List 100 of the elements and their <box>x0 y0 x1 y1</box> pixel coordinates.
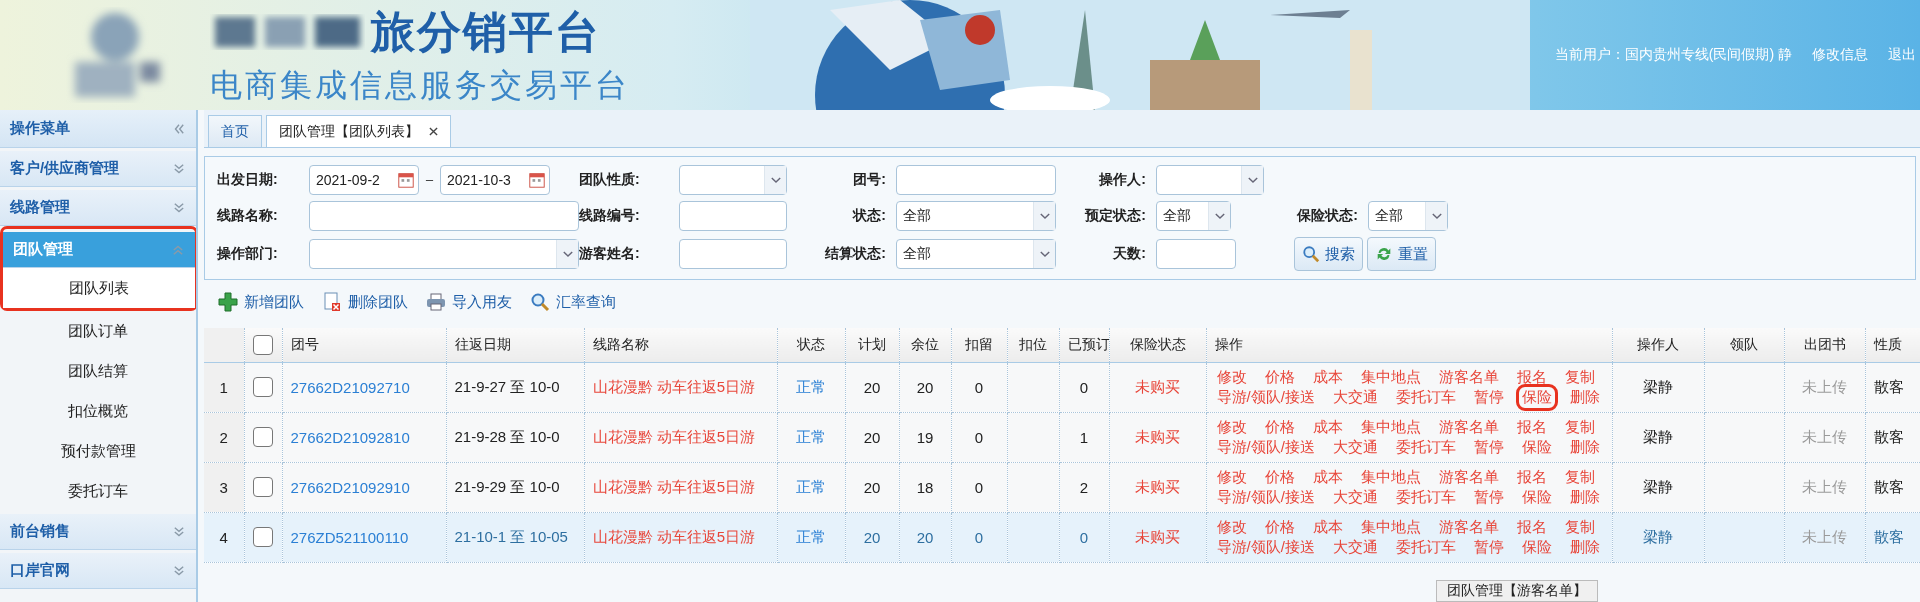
action-link[interactable]: 价格 <box>1262 417 1297 437</box>
action-link[interactable]: 成本 <box>1310 367 1345 387</box>
checkbox[interactable] <box>253 334 273 355</box>
toolbar-link[interactable]: 导入用友 <box>426 292 512 312</box>
action-link[interactable]: 暂停 <box>1471 437 1506 457</box>
action-link[interactable]: 大交通 <box>1330 537 1380 557</box>
action-link[interactable]: 暂停 <box>1471 387 1506 407</box>
menu-item[interactable]: 团队订单 <box>0 311 196 351</box>
action-link[interactable]: 游客名单 <box>1436 417 1501 437</box>
menu-group[interactable]: 前台销售 <box>0 514 196 550</box>
action-link[interactable]: 复制 <box>1562 367 1597 387</box>
date-field[interactable]: 2021-09-2 <box>309 165 419 195</box>
checkbox[interactable] <box>253 477 273 497</box>
action-link[interactable]: 报名 <box>1514 417 1549 437</box>
action-link[interactable]: 成本 <box>1310 467 1345 487</box>
input-field[interactable] <box>679 239 787 269</box>
action-link[interactable]: 委托订车 <box>1393 387 1458 407</box>
input-field[interactable] <box>309 201 579 231</box>
action-link[interactable]: 复制 <box>1562 517 1597 537</box>
table-row[interactable]: 3 27662D21092910 21-9-29 至 10-0 山花漫黔 动车往返5日游 正常 20 18 0 2 未购买 修改 价格 成本 集中地点 游客名单 报名 复制 导游/领队/接送 大交通 委托订车 暂停 保险 删除 梁静 未上传 散客 <box>204 462 1920 512</box>
action-link[interactable]: 修改 <box>1214 367 1249 387</box>
action-link[interactable]: 暂停 <box>1471 537 1506 557</box>
search-button[interactable]: 搜索 <box>1294 237 1363 271</box>
reset-button[interactable]: 重置 <box>1367 237 1436 271</box>
dropdown[interactable]: 全部 <box>896 201 1056 231</box>
toolbar-link[interactable]: 汇率查询 <box>530 292 616 312</box>
action-link[interactable]: 删除 <box>1567 387 1602 407</box>
action-link[interactable]: 导游/领队/接送 <box>1214 387 1317 407</box>
action-link[interactable]: 保险 <box>1519 487 1554 507</box>
input-field[interactable] <box>896 165 1056 195</box>
action-link[interactable]: 集中地点 <box>1358 517 1423 537</box>
action-link[interactable]: 导游/领队/接送 <box>1214 487 1317 507</box>
tab[interactable]: 团队管理【团队列表】 <box>266 115 451 147</box>
action-link[interactable]: 集中地点 <box>1358 467 1423 487</box>
checkbox[interactable] <box>253 427 273 447</box>
toolbar-link[interactable]: 新增团队 <box>218 292 304 312</box>
table-cell[interactable]: 27662D21092710 <box>282 362 446 412</box>
action-link[interactable]: 游客名单 <box>1436 367 1501 387</box>
action-link[interactable]: 成本 <box>1310 417 1345 437</box>
checkbox[interactable] <box>253 377 273 397</box>
action-link[interactable]: 价格 <box>1262 467 1297 487</box>
menu-group[interactable]: 客户/供应商管理 <box>0 151 196 187</box>
action-link[interactable]: 复制 <box>1562 417 1597 437</box>
table-cell[interactable]: 山花漫黔 动车往返5日游 <box>584 462 777 512</box>
action-link[interactable]: 保险 <box>1519 437 1554 457</box>
action-link[interactable]: 报名 <box>1514 367 1549 387</box>
table-cell[interactable]: 山花漫黔 动车往返5日游 <box>584 512 777 562</box>
action-link[interactable]: 修改 <box>1214 417 1249 437</box>
action-link[interactable]: 导游/领队/接送 <box>1214 537 1317 557</box>
action-link[interactable]: 大交通 <box>1330 487 1380 507</box>
action-link[interactable]: 委托订车 <box>1393 537 1458 557</box>
checkbox[interactable] <box>253 527 273 547</box>
action-link[interactable]: 暂停 <box>1471 487 1506 507</box>
table-cell[interactable]: 山花漫黔 动车往返5日游 <box>584 412 777 462</box>
header-link[interactable]: 退出 <box>1888 46 1916 64</box>
action-link[interactable]: 集中地点 <box>1358 417 1423 437</box>
table-cell[interactable]: 276ZD521100110 <box>282 512 446 562</box>
action-link[interactable]: 价格 <box>1262 517 1297 537</box>
action-link[interactable]: 大交通 <box>1330 387 1380 407</box>
action-link[interactable]: 价格 <box>1262 367 1297 387</box>
action-link[interactable]: 删除 <box>1567 437 1602 457</box>
action-link[interactable]: 委托订车 <box>1393 487 1458 507</box>
action-link[interactable]: 删除 <box>1567 487 1602 507</box>
action-link[interactable]: 成本 <box>1310 517 1345 537</box>
dropdown[interactable]: 全部 <box>896 239 1056 269</box>
header-link[interactable]: 修改信息 <box>1812 46 1868 64</box>
action-link[interactable]: 大交通 <box>1330 437 1380 457</box>
input-field[interactable] <box>1156 239 1236 269</box>
action-link[interactable]: 导游/领队/接送 <box>1214 437 1317 457</box>
table-cell[interactable]: 27662D21092910 <box>282 462 446 512</box>
action-link[interactable]: 集中地点 <box>1358 367 1423 387</box>
dropdown[interactable] <box>309 239 579 269</box>
date-field[interactable]: 2021-10-3 <box>440 165 550 195</box>
table-row[interactable]: 2 27662D21092810 21-9-28 至 10-0 山花漫黔 动车往返5日游 正常 20 19 0 1 未购买 修改 价格 成本 集中地点 游客名单 报名 复制 导游/领队/接送 大交通 委托订车 暂停 保险 删除 梁静 未上传 散客 <box>204 412 1920 462</box>
dropdown[interactable] <box>679 165 787 195</box>
action-link[interactable]: 删除 <box>1567 537 1602 557</box>
input-field[interactable] <box>679 201 787 231</box>
action-link[interactable]: 保险 <box>1519 537 1554 557</box>
dropdown[interactable] <box>1156 165 1264 195</box>
table-cell[interactable]: 27662D21092810 <box>282 412 446 462</box>
action-link[interactable]: 报名 <box>1514 517 1549 537</box>
action-link[interactable]: 修改 <box>1214 517 1249 537</box>
table-cell[interactable]: 山花漫黔 动车往返5日游 <box>584 362 777 412</box>
dropdown[interactable]: 全部 <box>1368 201 1448 231</box>
action-link[interactable]: 复制 <box>1562 467 1597 487</box>
action-link[interactable]: 委托订车 <box>1393 437 1458 457</box>
menu-item[interactable]: 团队结算 <box>0 351 196 391</box>
menu-item[interactable]: 预付款管理 <box>0 431 196 471</box>
table-row[interactable]: 4 276ZD521100110 21-10-1 至 10-05 山花漫黔 动车往返5日游 正常 20 20 0 0 未购买 修改 价格 成本 集中地点 游客名单 报名 复制 导游/领队/接送 大交通 委托订车 暂停 保险 删除 梁静 未上传 散客 <box>204 512 1920 562</box>
menu-item[interactable]: 扣位概览 <box>0 391 196 431</box>
action-link[interactable]: 修改 <box>1214 467 1249 487</box>
menu-group[interactable]: 团队管理 <box>3 232 195 268</box>
dropdown[interactable]: 全部 <box>1156 201 1231 231</box>
menu-group[interactable]: 口岸官网 <box>0 553 196 589</box>
action-link[interactable]: 报名 <box>1514 467 1549 487</box>
tab[interactable]: 首页 <box>208 115 262 147</box>
menu-item[interactable]: 委托订车 <box>0 471 196 511</box>
action-link[interactable]: 游客名单 <box>1436 467 1501 487</box>
menu-group[interactable]: 线路管理 <box>0 190 196 226</box>
menu-item[interactable]: 团队列表 <box>3 268 195 308</box>
